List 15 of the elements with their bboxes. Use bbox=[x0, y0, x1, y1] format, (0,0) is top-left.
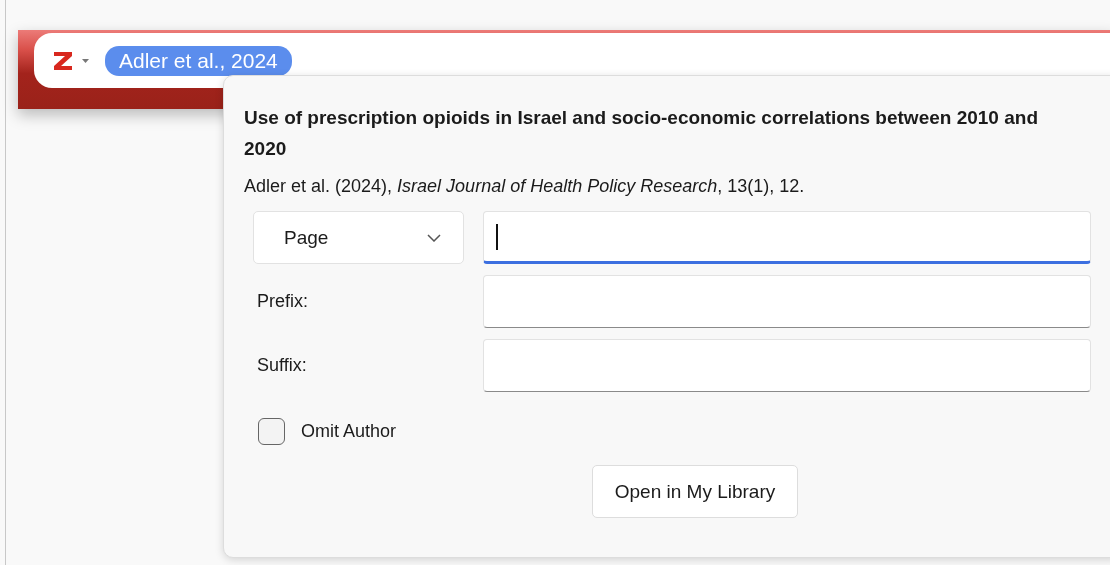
open-library-button[interactable]: Open in My Library bbox=[591, 465, 799, 518]
field-label: Suffix: bbox=[256, 354, 308, 377]
chevron-down-icon bbox=[427, 233, 441, 242]
caret-icon[interactable] bbox=[82, 58, 89, 63]
reference-text: Adler et al. (2024), Israel Journal of Health Policy Research, 13(1), 12. bbox=[244, 176, 806, 197]
locator-dropdown[interactable]: Page bbox=[253, 211, 464, 264]
checkbox-label: Omit Author bbox=[301, 421, 397, 442]
locator-input-field[interactable] bbox=[483, 211, 1091, 264]
item-title: Use of prescription opioids in Israel and socio-economic correlations between 2010 and 2020 bbox=[244, 106, 1039, 161]
z-logo-icon[interactable] bbox=[52, 49, 74, 72]
input-field[interactable] bbox=[483, 275, 1091, 328]
field-label: Prefix: bbox=[256, 290, 309, 313]
checkbox[interactable] bbox=[258, 418, 285, 445]
text-cursor bbox=[496, 223, 498, 250]
input-field[interactable] bbox=[483, 339, 1091, 392]
